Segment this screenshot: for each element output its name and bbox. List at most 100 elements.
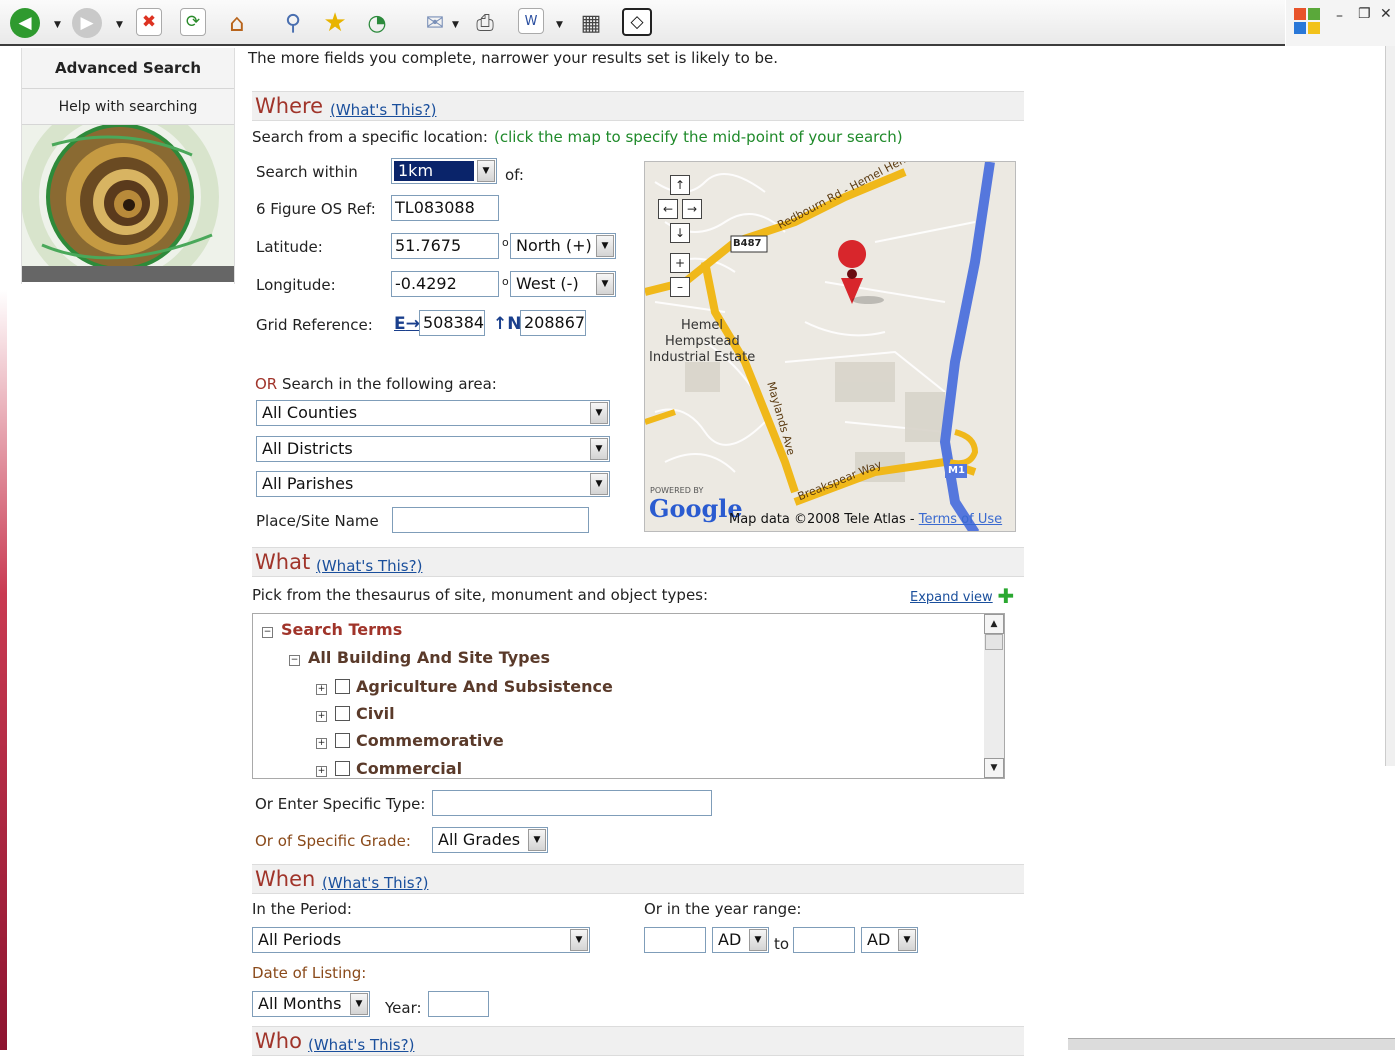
tree-item-label[interactable]: Civil xyxy=(356,704,395,723)
search-within-select[interactable]: 1km ▼ xyxy=(391,158,497,184)
map-pan-right-icon[interactable]: → xyxy=(682,199,702,219)
tree-item[interactable]: + Commemorative xyxy=(316,731,504,750)
era-from-select[interactable]: AD ▼ xyxy=(712,927,769,953)
where-title: Where xyxy=(255,94,324,118)
location-map[interactable]: ↑ ← → ↓ + – Redbourn Rd - Hemel Hen B487… xyxy=(644,161,1016,532)
page-scrollbar[interactable] xyxy=(1385,46,1395,766)
tree-item-checkbox[interactable] xyxy=(335,733,350,748)
tree-scrollbar[interactable]: ▲ ▼ xyxy=(984,614,1004,778)
tree-item-checkbox[interactable] xyxy=(335,679,350,694)
period-select[interactable]: All Periods ▼ xyxy=(252,927,590,953)
chevron-down-icon[interactable]: ▼ xyxy=(596,235,614,257)
window-left-edge xyxy=(0,290,7,1050)
months-select[interactable]: All Months ▼ xyxy=(252,991,370,1017)
era-to-select[interactable]: AD ▼ xyxy=(861,927,918,953)
scroll-up-icon[interactable]: ▲ xyxy=(984,614,1004,634)
longitude-input[interactable]: -0.4292 xyxy=(391,271,499,297)
back-icon[interactable]: ◀ xyxy=(10,8,40,38)
tree-item-checkbox[interactable] xyxy=(335,706,350,721)
latitude-direction-select[interactable]: North (+) ▼ xyxy=(510,233,616,259)
forward-icon[interactable]: ▶ xyxy=(72,8,102,38)
scroll-down-icon[interactable]: ▼ xyxy=(984,758,1004,778)
who-whats-this-link[interactable]: (What's This?) xyxy=(308,1036,414,1054)
latitude-input[interactable]: 51.7675 xyxy=(391,233,499,259)
refresh-icon[interactable]: ⟳ xyxy=(180,8,206,36)
chevron-down-icon[interactable]: ▼ xyxy=(528,829,546,851)
longitude-direction-select[interactable]: West (-) ▼ xyxy=(510,271,616,297)
chevron-down-icon[interactable]: ▼ xyxy=(590,438,608,460)
map-zoom-in-icon[interactable]: + xyxy=(670,253,690,273)
tree-group[interactable]: − All Building And Site Types xyxy=(289,648,550,667)
what-whats-this-link[interactable]: (What's This?) xyxy=(316,557,422,575)
period-value: All Periods xyxy=(258,930,342,949)
stop-icon[interactable]: ✖ xyxy=(136,8,162,36)
districts-select[interactable]: All Districts ▼ xyxy=(256,436,610,462)
messenger-icon[interactable]: ◇ xyxy=(622,8,652,36)
grid-easting-input[interactable]: 508384 xyxy=(419,310,485,336)
chevron-down-icon[interactable]: ▼ xyxy=(898,929,916,951)
place-name-input[interactable] xyxy=(392,507,589,533)
restore-icon[interactable]: ❐ xyxy=(1358,6,1371,22)
os-ref-input[interactable]: TL083088 xyxy=(391,195,499,221)
specific-type-input[interactable] xyxy=(432,790,712,816)
expand-icon[interactable]: + xyxy=(316,766,327,777)
year-from-input[interactable] xyxy=(644,927,706,953)
map-pan-up-icon[interactable]: ↑ xyxy=(670,175,690,195)
grid-northing-input[interactable]: 208867 xyxy=(520,310,586,336)
tree-item[interactable]: + Civil xyxy=(316,704,395,723)
tree-item-label[interactable]: Agriculture And Subsistence xyxy=(356,677,613,696)
collapse-icon[interactable]: − xyxy=(289,655,300,666)
chevron-down-icon[interactable]: ▼ xyxy=(350,993,368,1015)
favorites-star-icon[interactable]: ★ xyxy=(320,8,350,38)
tree-item[interactable]: + Agriculture And Subsistence xyxy=(316,677,613,696)
history-icon[interactable]: ◔ xyxy=(362,8,392,38)
parishes-select[interactable]: All Parishes ▼ xyxy=(256,471,610,497)
tree-item-label[interactable]: Commemorative xyxy=(356,731,504,750)
mail-icon[interactable]: ✉ xyxy=(420,8,450,38)
counties-select[interactable]: All Counties ▼ xyxy=(256,400,610,426)
back-dropdown-icon[interactable]: ▼ xyxy=(54,20,61,30)
plus-icon[interactable]: ✚ xyxy=(997,584,1014,608)
search-icon[interactable]: ⚲ xyxy=(278,8,308,38)
map-pan-down-icon[interactable]: ↓ xyxy=(670,223,690,243)
nav-help-searching[interactable]: Help with searching xyxy=(22,89,234,125)
nav-advanced-search[interactable]: Advanced Search xyxy=(22,48,234,89)
forward-dropdown-icon[interactable]: ▼ xyxy=(116,20,123,30)
chevron-down-icon[interactable]: ▼ xyxy=(590,402,608,424)
scroll-thumb[interactable] xyxy=(985,634,1003,650)
tree-root[interactable]: − Search Terms xyxy=(262,620,402,639)
expand-view-label[interactable]: Expand view xyxy=(910,590,993,605)
tree-item[interactable]: + Commercial xyxy=(316,759,462,778)
map-pan-left-icon[interactable]: ← xyxy=(658,199,678,219)
expand-icon[interactable]: + xyxy=(316,684,327,695)
year-to-input[interactable] xyxy=(793,927,855,953)
tree-item-label[interactable]: Commercial xyxy=(356,759,462,778)
chevron-down-icon[interactable]: ▼ xyxy=(590,473,608,495)
tree-group-label[interactable]: All Building And Site Types xyxy=(308,648,550,667)
edit-word-icon[interactable]: W xyxy=(518,8,544,34)
tree-item-checkbox[interactable] xyxy=(335,761,350,776)
tree-root-label[interactable]: Search Terms xyxy=(281,620,402,639)
when-whats-this-link[interactable]: (What's This?) xyxy=(322,874,428,892)
chevron-down-icon[interactable]: ▼ xyxy=(596,273,614,295)
collapse-icon[interactable]: − xyxy=(262,627,273,638)
expand-view-link[interactable]: Expand view ✚ xyxy=(910,584,1014,608)
minimize-icon[interactable]: – xyxy=(1336,8,1343,24)
months-value: All Months xyxy=(258,994,342,1013)
expand-icon[interactable]: + xyxy=(316,738,327,749)
chevron-down-icon[interactable]: ▼ xyxy=(749,929,767,951)
chevron-down-icon[interactable]: ▼ xyxy=(477,160,495,182)
map-terms-link[interactable]: Terms of Use xyxy=(919,512,1002,527)
where-whats-this-link[interactable]: (What's This?) xyxy=(330,101,436,119)
mail-dropdown-icon[interactable]: ▼ xyxy=(452,20,459,30)
listing-year-input[interactable] xyxy=(428,991,489,1017)
expand-icon[interactable]: + xyxy=(316,711,327,722)
grade-select[interactable]: All Grades ▼ xyxy=(432,827,548,853)
map-zoom-out-icon[interactable]: – xyxy=(670,277,690,297)
print-icon[interactable]: ⎙ xyxy=(470,8,500,38)
chevron-down-icon[interactable]: ▼ xyxy=(570,929,588,951)
home-icon[interactable]: ⌂ xyxy=(222,8,252,38)
close-icon[interactable]: ✕ xyxy=(1380,6,1392,22)
edit-dropdown-icon[interactable]: ▼ xyxy=(556,20,563,30)
research-icon[interactable]: ▦ xyxy=(576,8,606,38)
